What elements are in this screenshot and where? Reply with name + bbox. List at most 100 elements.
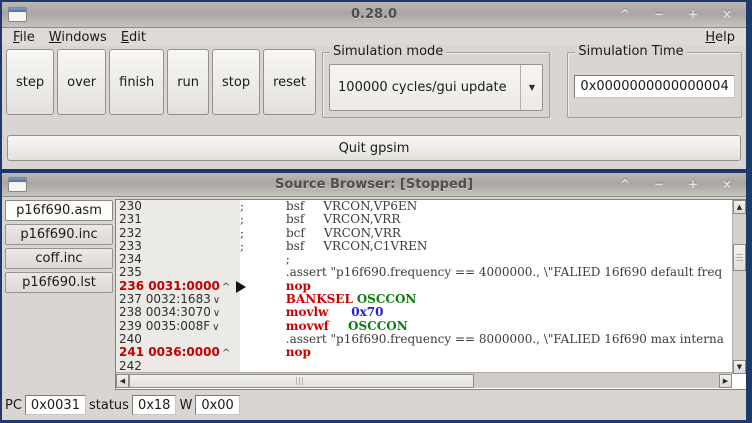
scroll-left-button[interactable]: ◀ [116,374,129,388]
status-field-pc[interactable]: 0x0031 [25,395,86,415]
code-line[interactable]: 237 0032:1683∨ BANKSEL OSCCON [116,293,732,306]
line-gutter[interactable]: 238 0034:3070∨ [116,306,240,319]
horizontal-scrollbar[interactable]: ◀ ▶ [116,372,732,388]
run-button[interactable]: run [167,49,209,115]
line-gutter[interactable]: 234 [116,253,240,266]
fold-marker-icon: ∨ [213,295,220,306]
window-menu-icon[interactable] [8,7,27,22]
file-tab-p16f690.inc[interactable]: p16f690.inc [5,224,113,245]
simulation-mode-frame: Simulation mode 100000 cycles/gui update… [322,52,550,118]
arrow-left-icon: ◀ [120,378,125,385]
file-tab-p16f690.asm[interactable]: p16f690.asm [5,200,113,221]
code-lines: 230; bsf VRCON,VP6EN231; bsf VRCON,VRR23… [116,200,732,374]
chevron-down-icon: ▼ [529,84,535,92]
source-browser-body: p16f690.asm p16f690.inc coff.inc p16f690.ls… [2,197,746,392]
reset-button[interactable]: reset [263,49,316,115]
code-text: ; bsf VRCON,VP6EN [240,200,732,213]
code-text: nop [240,346,732,359]
code-line[interactable]: 230; bsf VRCON,VP6EN [116,200,732,213]
over-button[interactable]: over [57,49,106,115]
code-text: movwf OSCCON [240,320,732,333]
simulation-mode-combobox[interactable]: 100000 cycles/gui update ▼ [329,64,543,111]
code-line[interactable]: 236 0031:0000^ nop [116,280,732,293]
code-line[interactable]: 241 0036:0000^ nop [116,346,732,359]
combo-dropdown-button[interactable]: ▼ [520,65,542,110]
code-text: BANKSEL OSCCON [240,293,732,306]
line-gutter[interactable]: 233 [116,240,240,253]
code-line[interactable]: 239 0035:008F∨ movwf OSCCON [116,320,732,333]
maximize-button[interactable]: + [680,177,706,193]
code-line[interactable]: 232; bcf VRCON,VRR [116,227,732,240]
code-text: .assert "p16f690.frequency == 4000000., … [240,266,732,279]
stop-button[interactable]: stop [212,49,260,115]
file-tab-p16f690.lst[interactable]: p16f690.lst [5,272,113,293]
window-menu-icon[interactable] [8,177,27,192]
fold-marker-icon: ^ [222,282,230,293]
thumb-grip [736,254,743,261]
minimize-button[interactable]: − [646,7,672,23]
code-line[interactable]: 233; bsf VRCON,C1VREN [116,240,732,253]
line-gutter[interactable]: 230 [116,200,240,213]
code-line[interactable]: 235 .assert "p16f690.frequency == 400000… [116,266,732,279]
source-browser-window-controls: ^−+ × [612,177,740,193]
code-text: ; bcf VRCON,VRR [240,227,732,240]
menu-help[interactable]: Help [698,30,742,45]
code-line[interactable]: 234 ; [116,253,732,266]
line-gutter[interactable]: 231 [116,213,240,226]
arrow-down-icon: ▼ [737,364,742,371]
status-label-pc: PC [5,398,22,413]
arrow-up-icon: ▲ [737,204,742,211]
line-gutter[interactable]: 232 [116,227,240,240]
arrow-right-icon: ▶ [723,378,728,385]
register-status-bar: PC0x0031status0x18W0x00 [2,392,746,418]
code-line[interactable]: 231; bsf VRCON,VRR [116,213,732,226]
close-button[interactable]: × [714,177,740,193]
finish-button[interactable]: finish [109,49,164,115]
menu-edit[interactable]: Edit [114,30,153,45]
quit-gpsim-button[interactable]: Quit gpsim [7,135,741,161]
toolbar: stepoverfinishrunstopreset Simulation mo… [2,46,746,122]
simulation-time-field[interactable]: 0x0000000000000004 [574,75,735,98]
line-gutter[interactable]: 241 0036:0000^ [116,346,240,359]
vertical-scrollbar-thumb[interactable] [733,244,746,271]
menu-windows[interactable]: Windows [42,30,114,45]
status-field-w[interactable]: 0x00 [195,395,240,415]
line-gutter[interactable]: 239 0035:008F∨ [116,320,240,333]
code-line[interactable]: 242 [116,360,732,373]
fold-marker-icon: ^ [222,348,230,359]
status-field-status[interactable]: 0x18 [132,395,177,415]
file-tab-list: p16f690.asm p16f690.inc coff.inc p16f690.ls… [4,199,115,392]
scroll-down-button[interactable]: ▼ [733,360,746,374]
shade-button[interactable]: ^ [612,7,638,23]
line-gutter[interactable]: 237 0032:1683∨ [116,293,240,306]
status-label-status: status [89,398,129,413]
fold-marker-icon: ∨ [213,308,220,319]
horizontal-scrollbar-thumb[interactable] [129,374,474,388]
source-browser-titlebar[interactable]: Source Browser: [Stopped] ^−+× [2,173,746,197]
menu-file[interactable]: File [6,30,42,45]
shade-button[interactable]: ^ [612,177,638,193]
code-text: nop [240,280,732,293]
step-button[interactable]: step [6,49,54,115]
line-gutter[interactable]: 240 [116,333,240,346]
code-text [240,360,732,373]
simulation-mode-value: 100000 cycles/gui update [330,80,520,95]
code-text: ; [240,253,732,266]
main-titlebar[interactable]: 0.28.0 ^−+× [2,2,746,28]
maximize-button[interactable]: + [680,7,706,23]
line-gutter[interactable]: 236 0031:0000^ [116,280,240,293]
scroll-up-button[interactable]: ▲ [733,200,746,214]
code-line[interactable]: 240 .assert "p16f690.frequency == 800000… [116,333,732,346]
code-text: ; bsf VRCON,VRR [240,213,732,226]
screen: 0.28.0 ^−+× FileWindowsEdit Help stepove… [0,0,752,423]
line-gutter[interactable]: 242 [116,360,240,373]
code-text: movlw 0x70 [240,306,732,319]
vertical-scrollbar[interactable]: ▲ ▼ [732,200,746,374]
file-tab-coff.inc[interactable]: coff.inc [5,248,113,269]
code-line[interactable]: 238 0034:3070∨ movlw 0x70 [116,306,732,319]
code-text: .assert "p16f690.frequency == 8000000., … [240,333,732,346]
close-button[interactable]: × [714,7,740,23]
scroll-right-button[interactable]: ▶ [719,374,732,388]
minimize-button[interactable]: − [646,177,672,193]
line-gutter[interactable]: 235 [116,266,240,279]
